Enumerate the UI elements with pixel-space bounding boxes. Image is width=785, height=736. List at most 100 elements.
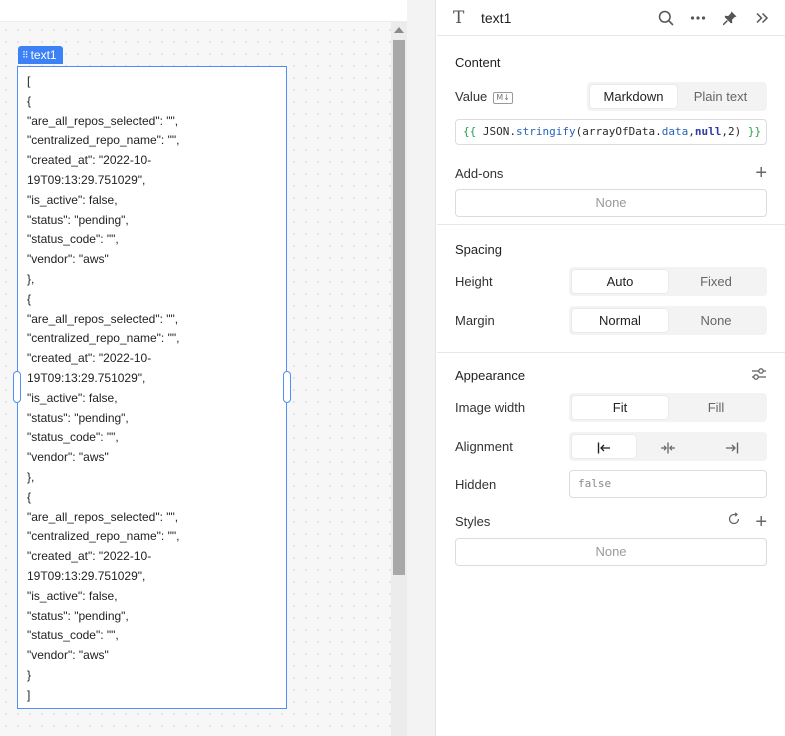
text-widget-content: [ { "are_all_repos_selected": "", "centrali…: [27, 72, 277, 706]
image-width-option-fill[interactable]: Fill: [668, 396, 764, 419]
add-style-plus-icon[interactable]: +: [755, 512, 767, 532]
code-token: .: [509, 125, 516, 138]
more-options-icon[interactable]: [689, 9, 707, 27]
margin-option-none[interactable]: None: [668, 309, 764, 332]
height-option-auto[interactable]: Auto: [572, 270, 668, 293]
canvas-scrollbar-thumb[interactable]: [393, 40, 405, 575]
text-line: }: [27, 667, 32, 682]
text-line: [: [27, 74, 31, 88]
inspector-header: T text1: [437, 0, 785, 36]
text-line: "centralized_repo_name": "",: [27, 133, 180, 148]
text-line: "status_code": "",: [27, 628, 119, 643]
spacing-section-title: Spacing: [455, 241, 502, 257]
text-line: "status": "pending",: [27, 212, 129, 227]
widget-name-label: text1: [30, 48, 57, 62]
margin-toggle[interactable]: Normal None: [569, 306, 767, 335]
content-section-title: Content: [455, 54, 501, 70]
addons-label: Add-ons: [455, 165, 504, 181]
resize-handle-left[interactable]: [13, 371, 21, 403]
align-left-icon[interactable]: [572, 435, 636, 458]
text-line: "created_at": "2022-10-: [27, 153, 152, 168]
content-section: Content Value M↓ Markdown Plain text {{ J…: [437, 36, 785, 225]
text-line: "centralized_repo_name": "",: [27, 529, 180, 544]
widget-name-tag[interactable]: ⠿ text1: [18, 46, 63, 64]
code-token: null: [694, 125, 722, 138]
appearance-section: Appearance Image width Fit Fill Alignmen…: [437, 353, 785, 566]
code-token: {{: [463, 125, 477, 138]
value-label: Value: [455, 89, 488, 104]
text-line: },: [27, 271, 35, 286]
text-line: "vendor": "aws": [27, 450, 109, 465]
advanced-settings-sliders-icon[interactable]: [751, 367, 767, 384]
align-right-icon[interactable]: [700, 435, 764, 458]
text-line: "is_active": false,: [27, 390, 118, 405]
scroll-up-arrow-icon[interactable]: [394, 27, 404, 33]
markdown-badge-icon: M↓: [493, 91, 513, 104]
text-line: {: [27, 93, 32, 108]
height-label: Height: [455, 274, 493, 289]
margin-option-normal[interactable]: Normal: [572, 309, 668, 332]
text-line: 19T09:13:29.751029",: [27, 172, 146, 187]
text-line: "are_all_repos_selected": "",: [27, 113, 179, 128]
pin-icon[interactable]: [721, 9, 739, 27]
text-line: {: [27, 291, 32, 306]
image-width-option-fit[interactable]: Fit: [572, 396, 668, 419]
value-code-input[interactable]: {{ JSON.stringify(arrayOfData.data,null,…: [455, 119, 767, 145]
image-width-toggle[interactable]: Fit Fill: [569, 393, 767, 422]
image-width-label: Image width: [455, 400, 526, 415]
code-token: data: [661, 125, 689, 138]
code-token: }}: [747, 125, 762, 138]
text-line: "status": "pending",: [27, 410, 129, 425]
styles-empty-field[interactable]: None: [455, 538, 767, 566]
reset-styles-icon[interactable]: [727, 512, 741, 531]
text-line: {: [27, 489, 32, 504]
text-line: 19T09:13:29.751029",: [27, 370, 146, 385]
hidden-label: Hidden: [455, 476, 497, 492]
collapse-panel-icon[interactable]: [753, 9, 771, 27]
alignment-label: Alignment: [455, 439, 513, 454]
code-token: ,: [688, 125, 695, 138]
text-line: "status_code": "",: [27, 232, 119, 247]
canvas-gutter: [407, 0, 436, 736]
text-line: },: [27, 469, 35, 484]
text-line: "vendor": "aws": [27, 252, 109, 267]
text-line: "status": "pending",: [27, 608, 129, 623]
spacing-section: Spacing Height Auto Fixed Margin Normal …: [437, 225, 785, 353]
hidden-input[interactable]: false: [569, 470, 767, 498]
height-option-fixed[interactable]: Fixed: [668, 270, 764, 293]
editor-canvas[interactable]: ⠿ text1 [ { "are_all_repos_selected": "", "…: [0, 0, 407, 736]
code-token: JSON: [482, 125, 510, 138]
text-line: ]: [27, 687, 31, 702]
text-line: "is_active": false,: [27, 588, 118, 603]
code-token: ,2): [721, 125, 742, 138]
code-token: (arrayOfData.: [575, 125, 662, 138]
addons-empty-field[interactable]: None: [455, 189, 767, 217]
height-toggle[interactable]: Auto Fixed: [569, 267, 767, 296]
drag-grip-icon[interactable]: ⠿: [22, 50, 29, 61]
component-name[interactable]: text1: [481, 10, 657, 26]
text-type-icon: T: [453, 7, 465, 28]
align-center-icon[interactable]: [636, 435, 700, 458]
text-line: "vendor": "aws": [27, 648, 109, 663]
text-line: "created_at": "2022-10-: [27, 351, 152, 366]
value-mode-toggle[interactable]: Markdown Plain text: [587, 82, 767, 111]
inspector-panel: T text1 Content Value M↓ Markdown Plain …: [437, 0, 785, 736]
alignment-toggle[interactable]: [569, 432, 767, 461]
add-addon-plus-icon[interactable]: +: [755, 163, 767, 183]
text-line: "are_all_repos_selected": "",: [27, 311, 179, 326]
canvas-top-bar: [0, 0, 407, 22]
resize-handle-right[interactable]: [283, 371, 291, 403]
code-token: stringify: [516, 125, 576, 138]
text-line: "are_all_repos_selected": "",: [27, 509, 179, 524]
text-line: "centralized_repo_name": "",: [27, 331, 180, 346]
appearance-section-title: Appearance: [455, 367, 526, 383]
text-line: 19T09:13:29.751029",: [27, 568, 146, 583]
mode-option-plain-text[interactable]: Plain text: [677, 85, 764, 108]
styles-label: Styles: [455, 514, 491, 529]
search-icon[interactable]: [657, 9, 675, 27]
text-line: "created_at": "2022-10-: [27, 549, 152, 564]
mode-option-markdown[interactable]: Markdown: [590, 85, 677, 108]
text-line: "is_active": false,: [27, 192, 118, 207]
margin-label: Margin: [455, 313, 495, 328]
text-line: "status_code": "",: [27, 430, 119, 445]
